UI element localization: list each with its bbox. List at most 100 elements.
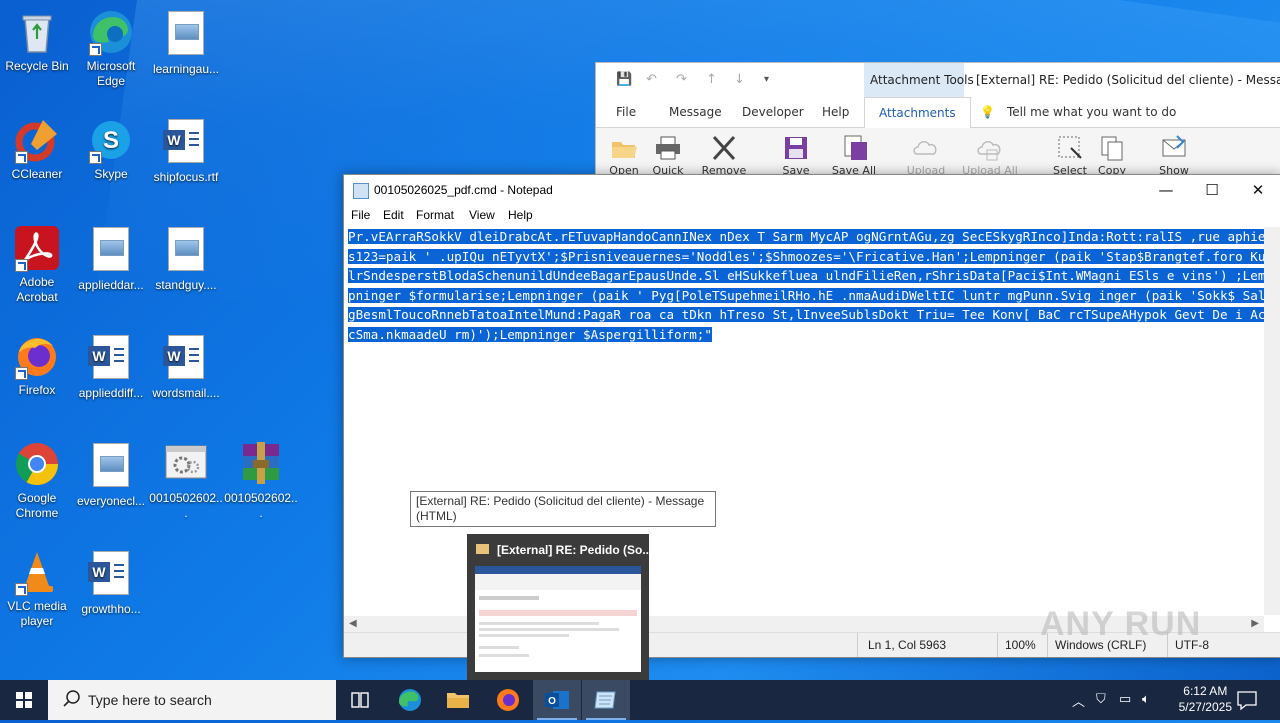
copy-button[interactable]: Copy xyxy=(1084,134,1140,177)
desktop-icon-label: growthho... xyxy=(81,602,141,616)
taskbar-search-box[interactable]: Type here to search xyxy=(48,680,336,720)
envelope-icon xyxy=(476,544,489,554)
security-icon[interactable]: ⛉ xyxy=(1096,691,1106,707)
acrobat-icon xyxy=(13,224,61,272)
outlook-message-window[interactable]: 💾 ↶ ↷ ↑ ↓ ▾ Attachment Tools [External] … xyxy=(595,62,1280,184)
shortcut-arrow-icon xyxy=(15,583,28,596)
notification-center-button[interactable] xyxy=(1226,680,1266,720)
desktop-icon-shipfocus[interactable]: W shipfocus.rtf xyxy=(149,116,223,185)
taskbar-edge[interactable] xyxy=(386,680,434,720)
menu-file[interactable]: File xyxy=(351,208,370,222)
start-button[interactable] xyxy=(0,680,48,720)
volume-icon[interactable]: 🔈︎ xyxy=(1142,691,1150,707)
show-message-button[interactable]: Show xyxy=(1146,134,1202,177)
cursor-position: Ln 1, Col 5963 xyxy=(868,638,947,652)
desktop-icon-applieddar[interactable]: applieddar... xyxy=(74,224,148,293)
desktop-icon-label: Microsoft Edge xyxy=(86,59,136,88)
desktop-icon-firefox[interactable]: Firefox xyxy=(0,332,74,398)
vertical-scrollbar[interactable] xyxy=(1264,227,1280,615)
task-view-button[interactable] xyxy=(336,680,384,720)
system-clock[interactable]: 6:12 AM 5/27/2025 xyxy=(1179,683,1232,715)
desktop-icon-label: 0010502602... xyxy=(224,491,298,520)
taskbar-notepad[interactable] xyxy=(582,680,630,720)
thumbnail-image xyxy=(475,566,641,672)
tab-file[interactable]: File xyxy=(616,105,636,119)
desktop-icon-label: learningau... xyxy=(152,62,220,76)
winrar-archive-icon xyxy=(237,440,285,488)
desktop-icon-recycle-bin[interactable]: Recycle Bin xyxy=(0,8,74,74)
desktop-icon-label: shipfocus.rtf xyxy=(153,170,219,184)
notepad-titlebar[interactable]: 00105026025_pdf.cmd - Notepad — ☐ ✕ xyxy=(344,175,1280,205)
desktop-icon-applieddiff[interactable]: W applieddiff... xyxy=(74,332,148,401)
save-icon[interactable]: 💾 xyxy=(616,72,632,87)
menu-help[interactable]: Help xyxy=(508,208,533,222)
desktop-icon-standguy[interactable]: standguy.... xyxy=(149,224,223,293)
taskbar: Type here to search O ︿ ⛉ ▭ 🔈︎ 6:12 AM 5… xyxy=(0,680,1280,720)
taskbar-outlook[interactable]: O xyxy=(533,680,581,720)
customize-qat-icon[interactable]: ▾ xyxy=(764,74,769,85)
lightbulb-icon: 💡 xyxy=(980,105,995,119)
desktop-icon-learningau[interactable]: learningau... xyxy=(149,8,223,77)
svg-text:S: S xyxy=(103,127,119,154)
scroll-right-icon[interactable]: ▶ xyxy=(1251,618,1259,629)
desktop-icon-wordsmail[interactable]: W wordsmail.... xyxy=(149,332,223,401)
cloud-upload-icon xyxy=(975,134,1005,162)
down-arrow-icon[interactable]: ↓ xyxy=(734,72,745,87)
undo-icon[interactable]: ↶ xyxy=(646,72,657,87)
save-as-button[interactable]: Save xyxy=(768,134,824,177)
tell-me-search[interactable]: Tell me what you want to do xyxy=(1007,105,1176,119)
minimize-button[interactable]: — xyxy=(1143,175,1189,205)
tab-attachments[interactable]: Attachments xyxy=(864,97,971,129)
maximize-button[interactable]: ☐ xyxy=(1189,175,1235,205)
network-icon[interactable]: ▭ xyxy=(1119,691,1131,707)
outlook-thumbnail-preview[interactable]: [External] RE: Pedido (So... xyxy=(467,534,652,680)
shortcut-arrow-icon xyxy=(15,367,28,380)
desktop-icon-microsoft-edge[interactable]: Microsoft Edge xyxy=(74,8,148,89)
desktop-icon-label: applieddiff... xyxy=(78,386,144,400)
show-hidden-icons-chevron-icon[interactable]: ︿ xyxy=(1072,691,1085,710)
word-document-icon: W xyxy=(87,551,135,599)
up-arrow-icon[interactable]: ↑ xyxy=(706,72,717,87)
taskbar-firefox[interactable] xyxy=(484,680,532,720)
taskbar-file-explorer[interactable] xyxy=(434,680,482,720)
desktop-icon-vlc[interactable]: VLC media player xyxy=(0,548,74,629)
image-file-icon xyxy=(162,11,210,59)
desktop-icon-ccleaner[interactable]: CCleaner xyxy=(0,116,74,182)
windows-logo-icon xyxy=(16,692,32,708)
menu-format[interactable]: Format xyxy=(416,208,454,222)
desktop-icon-growthho[interactable]: W growthho... xyxy=(74,548,148,617)
search-placeholder: Type here to search xyxy=(88,692,212,708)
desktop-icon-label: wordsmail.... xyxy=(152,386,220,400)
save-all-attachments-button[interactable]: Save All xyxy=(826,134,882,177)
scroll-left-icon[interactable]: ◀ xyxy=(349,618,357,629)
menu-view[interactable]: View xyxy=(469,208,495,222)
desktop-icon-google-chrome[interactable]: Google Chrome xyxy=(0,440,74,521)
printer-icon xyxy=(653,134,683,162)
clock-date: 5/27/2025 xyxy=(1178,700,1232,714)
cloud-icon xyxy=(911,134,941,162)
desktop-icon-archive-file[interactable]: 0010502602... xyxy=(224,440,298,521)
desktop-icon-cmd-file[interactable]: 0010502602... xyxy=(149,440,223,521)
outlook-titlebar[interactable]: 💾 ↶ ↷ ↑ ↓ ▾ Attachment Tools [External] … xyxy=(596,63,1280,97)
redo-icon[interactable]: ↷ xyxy=(676,72,687,87)
svg-text:O: O xyxy=(548,696,556,707)
envelope-arrow-icon xyxy=(1159,134,1189,162)
menu-edit[interactable]: Edit xyxy=(383,208,404,222)
close-button[interactable]: ✕ xyxy=(1235,175,1280,205)
desktop-icon-label: Google Chrome xyxy=(15,491,59,520)
desktop-icon-skype[interactable]: S Skype xyxy=(74,116,148,182)
upload-all-button[interactable]: Upload All xyxy=(962,134,1018,177)
quick-print-button[interactable]: Quick xyxy=(640,134,696,177)
tab-help[interactable]: Help xyxy=(822,105,849,119)
upload-button[interactable]: Upload xyxy=(898,134,954,177)
remove-attachment-button[interactable]: Remove xyxy=(696,134,752,177)
window-title: 00105026025_pdf.cmd - Notepad xyxy=(374,183,553,197)
copy-icon xyxy=(1097,134,1127,162)
desktop-icon-everyonecl[interactable]: everyonecl... xyxy=(74,440,148,509)
tab-message[interactable]: Message xyxy=(669,105,722,119)
firefox-icon xyxy=(13,332,61,380)
desktop-icon-label: VLC media player xyxy=(7,599,67,628)
tab-developer[interactable]: Developer xyxy=(742,105,804,119)
desktop-icon-adobe-acrobat[interactable]: Adobe Acrobat xyxy=(0,224,74,305)
shortcut-arrow-icon xyxy=(89,151,102,164)
